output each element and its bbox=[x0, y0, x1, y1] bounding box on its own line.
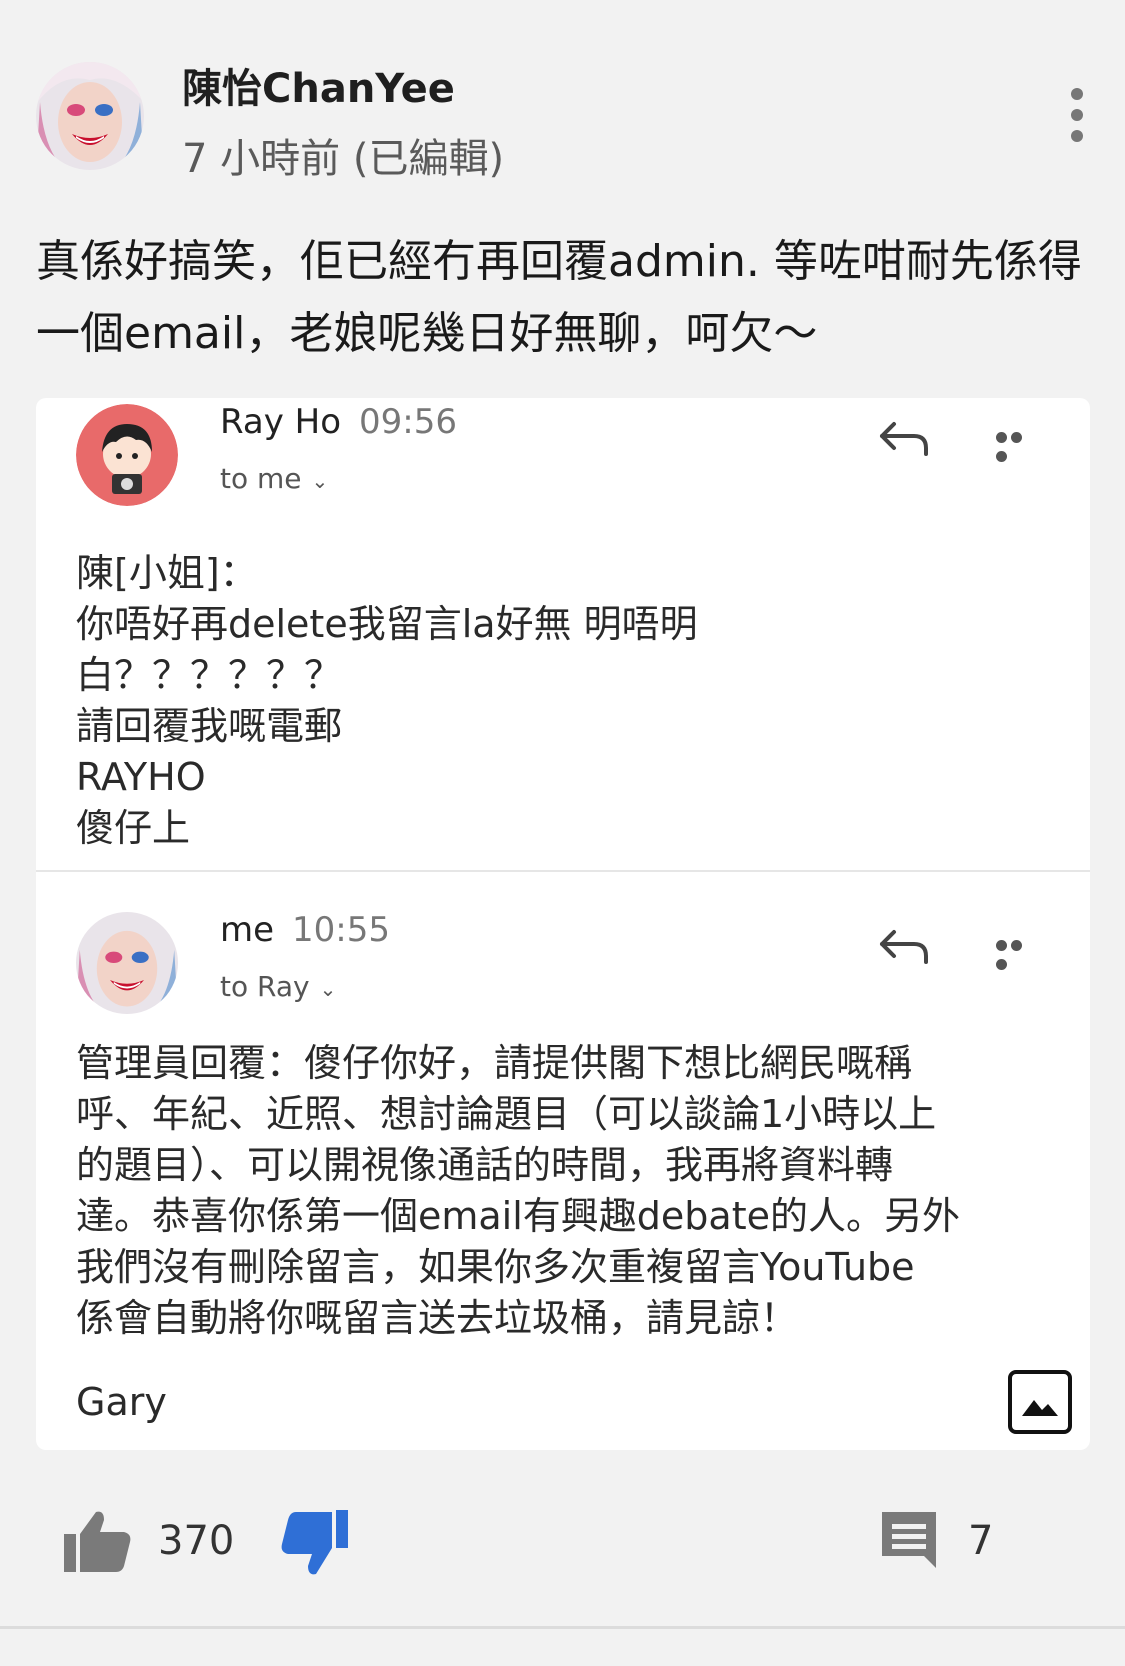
reply-arrow-icon[interactable] bbox=[878, 418, 932, 458]
image-icon[interactable] bbox=[1008, 1370, 1072, 1434]
email-sender: me 10:55 bbox=[220, 910, 390, 950]
sender-name: me bbox=[220, 910, 275, 950]
thumb-down-icon[interactable] bbox=[280, 1508, 350, 1578]
more-vert-icon[interactable] bbox=[1064, 88, 1090, 148]
chevron-down-icon: ⌄ bbox=[311, 469, 329, 493]
email-recipient[interactable]: to me ⌄ bbox=[220, 462, 328, 495]
thumb-up-icon[interactable] bbox=[62, 1508, 132, 1574]
email-time: 10:55 bbox=[292, 910, 391, 950]
email-screenshot[interactable]: Ray Ho 09:56 to me ⌄ 陳[小姐]： 你唔好再delete我留言l… bbox=[36, 398, 1090, 1450]
author-avatar[interactable] bbox=[36, 62, 144, 170]
email-body: 管理員回覆：傻仔你好，請提供閣下想比網民嘅稱 呼、年紀、近照、想討論題目（可以談… bbox=[76, 1041, 960, 1340]
comment-icon[interactable] bbox=[878, 1508, 940, 1570]
comment-actions: 370 7 bbox=[0, 1500, 1125, 1590]
more-horiz-icon[interactable] bbox=[996, 936, 1040, 970]
sender-avatar bbox=[76, 912, 178, 1014]
like-count: 370 bbox=[158, 1518, 235, 1564]
sender-avatar bbox=[76, 404, 178, 506]
email-time: 09:56 bbox=[359, 402, 457, 442]
divider bbox=[0, 1626, 1125, 1629]
comment-text: 真係好搞笑，佢已經冇再回覆admin. 等咗咁耐先係得一個email，老娘呢幾日… bbox=[36, 236, 1082, 359]
email-message: Ray Ho 09:56 to me ⌄ 陳[小姐]： 你唔好再delete我留言l… bbox=[36, 398, 1090, 870]
email-message: me 10:55 to Ray ⌄ 管理員回覆：傻仔你好，請提供閣下想比網民嘅稱 呼… bbox=[36, 872, 1090, 1450]
chevron-down-icon: ⌄ bbox=[319, 977, 337, 1001]
comment-timestamp: 7 小時前 (已編輯) bbox=[182, 136, 505, 182]
recipient-label: to Ray bbox=[220, 970, 310, 1003]
email-signature: Gary bbox=[76, 1380, 167, 1424]
author-name[interactable]: 陳怡ChanYee bbox=[182, 56, 455, 114]
more-horiz-icon[interactable] bbox=[996, 428, 1040, 462]
reply-arrow-icon[interactable] bbox=[878, 926, 932, 966]
reply-count: 7 bbox=[968, 1518, 994, 1564]
comment-header: 陳怡ChanYee 7 小時前 (已編輯) bbox=[0, 0, 1125, 200]
email-recipient[interactable]: to Ray ⌄ bbox=[220, 970, 336, 1003]
email-sender: Ray Ho 09:56 bbox=[220, 402, 457, 442]
sender-name: Ray Ho bbox=[220, 402, 342, 442]
recipient-label: to me bbox=[220, 462, 302, 495]
email-body: 陳[小姐]： 你唔好再delete我留言la好無 明唔明 白？？？？？？ 請回覆… bbox=[76, 551, 698, 850]
